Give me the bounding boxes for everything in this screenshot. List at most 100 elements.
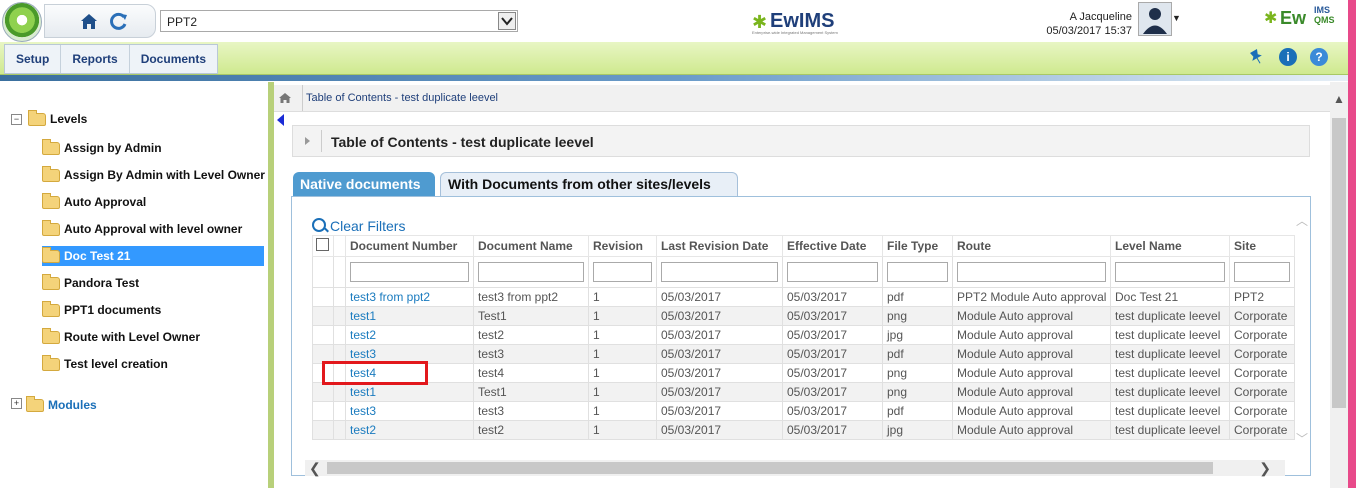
folder-icon [42, 138, 60, 155]
column-header[interactable]: Revision [588, 235, 657, 257]
column-header[interactable]: Last Revision Date [656, 235, 783, 257]
table-body: test3 from ppt2 test3 from ppt2 1 05/03/201… [312, 287, 1295, 440]
table-cell: Corporate [1229, 325, 1295, 345]
collapse-tree-icon[interactable] [277, 114, 284, 126]
scroll-left-icon[interactable]: ❮ [309, 460, 321, 477]
table-row[interactable]: test3 from ppt2 test3 from ppt2 1 05/03/201… [312, 287, 1295, 307]
filter-input[interactable] [1234, 262, 1290, 282]
document-number-link[interactable]: test2 [345, 325, 474, 345]
filter-row [312, 256, 1295, 288]
menu-reports[interactable]: Reports [61, 45, 130, 73]
column-header[interactable]: Level Name [1110, 235, 1230, 257]
page-vertical-scrollbar[interactable]: ▲ [1330, 82, 1348, 488]
document-number-link[interactable]: test3 from ppt2 [345, 287, 474, 307]
brand-right-qms: QMS [1314, 15, 1335, 25]
filter-input[interactable] [787, 262, 878, 282]
table-cell: jpg [882, 325, 953, 345]
expand-modules-icon[interactable]: + [11, 398, 22, 409]
expand-panel-icon[interactable] [305, 137, 310, 145]
table-cell: 05/03/2017 [656, 363, 783, 383]
tree-root-levels[interactable]: Levels [28, 109, 87, 129]
home-icon[interactable] [278, 91, 292, 105]
menu-setup[interactable]: Setup [5, 45, 62, 73]
column-header[interactable]: File Type [882, 235, 953, 257]
filter-input[interactable] [593, 262, 652, 282]
menu-documents[interactable]: Documents [130, 45, 217, 73]
table-cell: Module Auto approval [952, 344, 1111, 364]
table-row[interactable]: test3 test3 1 05/03/2017 05/03/2017 pdf Module… [312, 401, 1295, 421]
filter-input[interactable] [1115, 262, 1225, 282]
tree-item[interactable]: Pandora Test [42, 273, 139, 293]
table-cell: jpg [882, 420, 953, 440]
filter-spacer [312, 256, 334, 288]
tree-root-modules[interactable]: Modules [26, 395, 97, 415]
row-spacer-cell [312, 382, 334, 402]
grid-scroll-down-icon[interactable]: ﹀ [1296, 430, 1308, 446]
table-row[interactable]: test1 Test1 1 05/03/2017 05/03/2017 png Module… [312, 382, 1295, 402]
site-select[interactable]: PPT2 [160, 10, 518, 32]
tree-item[interactable]: Route with Level Owner [42, 327, 200, 347]
filter-input[interactable] [661, 262, 778, 282]
column-header[interactable]: Site [1229, 235, 1295, 257]
help-icon[interactable]: ? [1310, 48, 1328, 66]
filter-input[interactable] [887, 262, 948, 282]
tab-other-sites-documents[interactable]: With Documents from other sites/levels [440, 172, 738, 196]
table-row[interactable]: test2 test2 1 05/03/2017 05/03/2017 jpg Module… [312, 420, 1295, 440]
column-header[interactable]: Effective Date [782, 235, 883, 257]
table-cell: test2 [473, 325, 589, 345]
tree-item-selected[interactable]: Doc Test 21 [42, 246, 264, 266]
document-number-link[interactable]: test1 [345, 382, 474, 402]
brand-right-star-icon: ✱ [1264, 10, 1278, 27]
table-cell: test duplicate leevel [1110, 306, 1230, 326]
select-all-checkbox[interactable] [316, 238, 329, 251]
scroll-up-icon[interactable]: ▲ [1333, 92, 1345, 106]
filter-cell [345, 256, 474, 288]
filter-input[interactable] [478, 262, 584, 282]
table-cell: test duplicate leevel [1110, 382, 1230, 402]
table-cell: Test1 [473, 382, 589, 402]
column-header[interactable]: Route [952, 235, 1111, 257]
tree-item-label: Test level creation [64, 357, 168, 371]
document-number-link[interactable]: test2 [345, 420, 474, 440]
folder-icon [42, 300, 60, 317]
refresh-icon[interactable] [109, 11, 129, 31]
info-icon[interactable]: i [1279, 48, 1297, 66]
avatar[interactable] [1138, 2, 1172, 36]
table-row[interactable]: test4 test4 1 05/03/2017 05/03/2017 png Module… [312, 363, 1295, 383]
table-row[interactable]: test1 Test1 1 05/03/2017 05/03/2017 png Module… [312, 306, 1295, 326]
tree-item[interactable]: Assign By Admin with Level Owner [42, 165, 265, 185]
document-number-link[interactable]: test3 [345, 401, 474, 421]
horizontal-scroll-thumb[interactable] [327, 462, 1213, 474]
breadcrumb-current[interactable]: Table of Contents - test duplicate leeve… [306, 92, 498, 104]
grid-scroll-up-icon[interactable]: ︿ [1296, 212, 1308, 228]
page-title: Table of Contents - test duplicate leeve… [331, 134, 594, 150]
table-row[interactable]: test2 test2 1 05/03/2017 05/03/2017 jpg Module… [312, 325, 1295, 345]
table-cell: test3 from ppt2 [473, 287, 589, 307]
table-cell: 05/03/2017 [656, 287, 783, 307]
horizontal-scrollbar[interactable]: ❮ ❯ [305, 460, 1285, 476]
user-menu-caret-icon[interactable]: ▼ [1172, 13, 1182, 23]
filter-input[interactable] [957, 262, 1106, 282]
table-cell: Module Auto approval [952, 363, 1111, 383]
filter-input[interactable] [350, 262, 469, 282]
pin-icon[interactable] [1248, 48, 1266, 66]
column-header[interactable]: Document Number [345, 235, 474, 257]
document-number-link[interactable]: test1 [345, 306, 474, 326]
table-cell: test3 [473, 344, 589, 364]
tree-item[interactable]: Assign by Admin [42, 138, 162, 158]
brand-right-ims: IMS [1314, 5, 1331, 15]
tree-item[interactable]: Auto Approval with level owner [42, 219, 242, 239]
scroll-right-icon[interactable]: ❯ [1259, 460, 1271, 477]
vertical-scroll-thumb[interactable] [1332, 118, 1346, 408]
column-header[interactable]: Document Name [473, 235, 589, 257]
home-icon[interactable] [79, 11, 99, 31]
chevron-down-icon[interactable] [498, 12, 516, 30]
tree-item[interactable]: Auto Approval [42, 192, 146, 212]
collapse-levels-icon[interactable]: − [11, 114, 22, 125]
tree-item[interactable]: Test level creation [42, 354, 168, 374]
clear-filters-link[interactable]: Clear Filters [312, 217, 405, 234]
app-logo-icon[interactable] [2, 2, 42, 42]
tab-native-documents[interactable]: Native documents [293, 172, 435, 196]
table-row[interactable]: test3 test3 1 05/03/2017 05/03/2017 pdf Module… [312, 344, 1295, 364]
tree-item[interactable]: PPT1 documents [42, 300, 161, 320]
